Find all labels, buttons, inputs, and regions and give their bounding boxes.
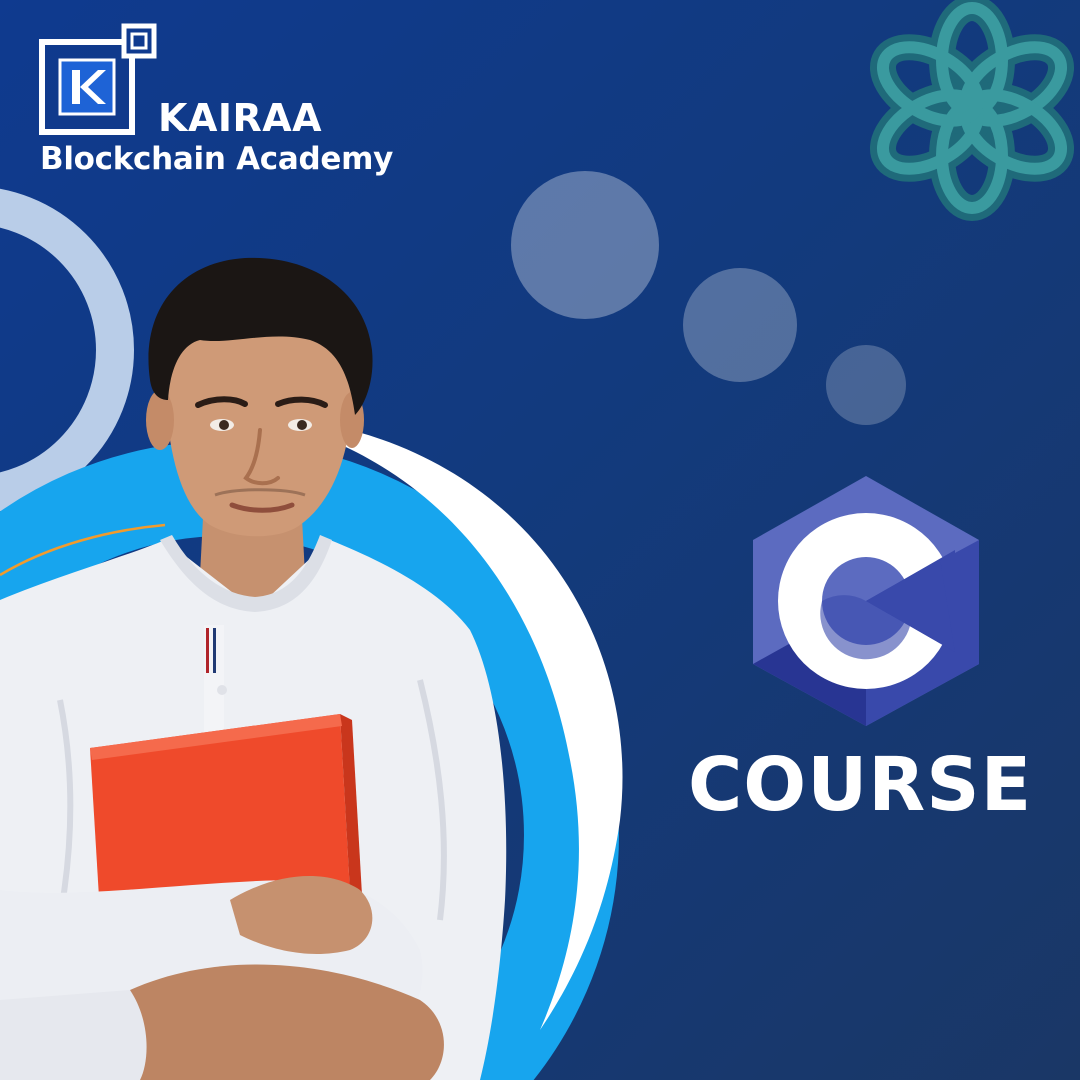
brand-subtitle: Blockchain Academy (40, 141, 394, 177)
c-language-hexagon-icon (753, 476, 979, 726)
bubble-medium (683, 268, 797, 382)
course-poster: KAIRAA Blockchain Academy COURSE (0, 0, 1080, 1080)
brand-name: KAIRAA (158, 96, 323, 140)
teal-flower-knot-icon (869, 0, 1075, 221)
course-label: COURSE (688, 742, 1033, 828)
bubble-large (511, 171, 659, 319)
student-photo (0, 257, 507, 1080)
kairaa-k-logo-icon (39, 23, 157, 135)
bubble-small (826, 345, 906, 425)
